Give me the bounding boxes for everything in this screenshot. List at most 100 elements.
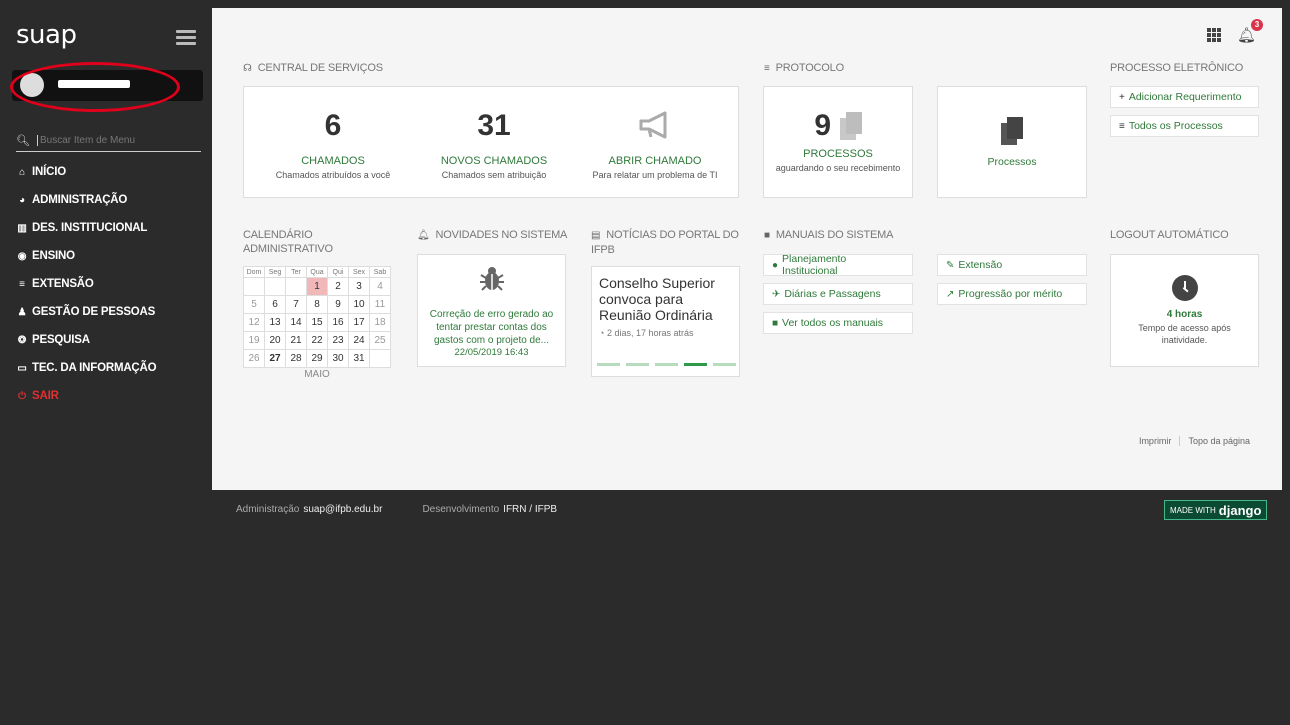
list-icon: ≡ xyxy=(1119,120,1125,132)
chamados-subtitle: Chamados atribuídos a você xyxy=(275,170,391,180)
sidebar-item-gestao-de-pessoas[interactable]: ♟ GESTÃO DE PESSOAS xyxy=(16,298,211,326)
footer-admin: Administração suap@ifpb.edu.br xyxy=(236,504,383,515)
novos-chamados-title: NOVOS CHAMADOS xyxy=(440,155,548,167)
sidebar-item-label: DES. INSTITUCIONAL xyxy=(32,222,148,234)
clock-icon xyxy=(1171,275,1198,301)
processos-link-label: Processos xyxy=(987,156,1037,168)
atom-icon: ❂ xyxy=(17,334,27,346)
sidebar-item-extensao[interactable]: ≡ EXTENSÃO xyxy=(16,270,211,298)
sidebar-item-label: GESTÃO DE PESSOAS xyxy=(32,306,156,318)
news-time: ◔ 2 dias, 17 horas atrás xyxy=(599,328,694,338)
django-badge[interactable]: MADE WITH django xyxy=(1164,500,1268,520)
plane-icon: ✈ xyxy=(772,288,781,300)
list-icon: ≡ xyxy=(19,278,25,290)
todos-processos-button[interactable]: ≡ Todos os Processos xyxy=(1110,115,1259,137)
pie-chart-icon: ◕ xyxy=(19,194,25,206)
hamburger-menu-icon[interactable] xyxy=(176,30,196,45)
calendar-month: MAIO xyxy=(304,369,330,380)
menu-search: 🔍︎ xyxy=(16,130,201,152)
newspaper-icon: ▤ xyxy=(591,230,601,241)
central-servicos-card: 6 CHAMADOS Chamados atribuídos a você 31… xyxy=(243,86,739,198)
print-link[interactable]: Imprimir xyxy=(1131,436,1180,446)
back-to-top-link[interactable]: Topo da página xyxy=(1179,436,1258,446)
sidebar-item-label: PESQUISA xyxy=(32,334,90,346)
calendar-weekdays: Dom Seg Ter Qua Qui Sex Sab xyxy=(243,266,391,278)
processos-card[interactable]: 9 PROCESSOS aguardando o seu recebimento xyxy=(763,86,913,198)
novidades-card[interactable]: Correção de erro gerado ao tentar presta… xyxy=(417,254,566,367)
manual-progressao-link[interactable]: ↗ Progressão por mérito xyxy=(937,283,1087,305)
sidebar-item-tec-da-informacao[interactable]: ▭ TEC. DA INFORMAÇÃO xyxy=(16,354,211,382)
calendar-week: 19 20 21 22 23 24 25 xyxy=(243,331,391,350)
document-icon xyxy=(839,112,862,140)
novos-chamados-stat[interactable]: 31 NOVOS CHAMADOS Chamados sem atribuiçã… xyxy=(419,109,569,180)
logout-hours: 4 horas xyxy=(1166,309,1203,320)
main-content: 🔔︎ 3 ☊ CENTRAL DE SERVIÇOS 6 CHAMADOS Cha… xyxy=(212,8,1282,490)
sidebar-item-label: ADMINISTRAÇÃO xyxy=(32,194,128,206)
power-icon: ⏻ xyxy=(18,390,26,402)
logout-card: 4 horas Tempo de acesso após inatividade… xyxy=(1110,254,1259,367)
manual-diarias-link[interactable]: ✈ Diárias e Passagens xyxy=(763,283,913,305)
suap-logo[interactable]: suap xyxy=(16,20,77,50)
logout-description: Tempo de acesso após inatividade. xyxy=(1138,323,1231,345)
sidebar-item-ensino[interactable]: ◉ ENSINO xyxy=(16,242,211,270)
manual-extensao-link[interactable]: ✎ Extensão xyxy=(937,254,1087,276)
sidebar-item-des-institucional[interactable]: ▥ DES. INSTITUCIONAL xyxy=(16,214,211,242)
sidebar-item-administracao[interactable]: ◕ ADMINISTRAÇÃO xyxy=(16,186,211,214)
abrir-chamado-button[interactable]: ABRIR CHAMADO Para relatar um problema d… xyxy=(580,109,730,180)
avatar xyxy=(20,73,44,97)
notification-badge: 3 xyxy=(1251,19,1263,31)
calendar-week: 1234 xyxy=(243,277,391,296)
abrir-chamado-subtitle: Para relatar um problema de TI xyxy=(592,170,718,180)
add-requerimento-button[interactable]: + Adicionar Requerimento xyxy=(1110,86,1259,108)
calendar-week: 5 6 7 8 9 10 11 xyxy=(243,295,391,314)
sidebar-item-inicio[interactable]: ⌂ INÍCIO xyxy=(16,158,211,186)
sidebar: suap ▬▬▬▬ 🔍︎ ⌂ INÍCIO ◕ ADMINISTRAÇÃO ▥ DES… xyxy=(8,8,211,718)
bell-icon: 🔔︎ xyxy=(417,230,430,241)
abrir-chamado-title: ABRIR CHAMADO xyxy=(608,155,702,167)
megaphone-icon xyxy=(635,109,675,143)
calendar-table: Dom Seg Ter Qua Qui Sex Sab 1234 5 6 7 8 9 10 11 12 1… xyxy=(243,266,391,368)
home-icon: ⌂ xyxy=(19,166,25,178)
calendar-day-highlighted[interactable]: 1 xyxy=(306,277,328,296)
sidebar-nav: ⌂ INÍCIO ◕ ADMINISTRAÇÃO ▥ DES. INSTITUCION… xyxy=(16,158,211,410)
sidebar-item-sair[interactable]: ⏻ SAIR xyxy=(16,382,211,410)
calendar-week: 26 27 28 29 30 31 xyxy=(243,349,391,368)
apps-grid-icon[interactable] xyxy=(1206,28,1221,42)
section-title-logout: LOGOUT AUTOMÁTICO xyxy=(1110,229,1229,241)
processos-link-card[interactable]: Processos xyxy=(937,86,1087,198)
processos-title: PROCESSOS xyxy=(803,148,873,160)
search-input[interactable] xyxy=(36,135,197,146)
novidade-date: 22/05/2019 16:43 xyxy=(454,347,529,358)
page-footer-links: Imprimir Topo da página xyxy=(1131,436,1258,446)
notifications-button[interactable]: 🔔︎ 3 xyxy=(1237,19,1263,44)
dev-link[interactable]: IFRN / IFPB xyxy=(503,504,557,515)
monitor-icon: ▭ xyxy=(17,362,27,374)
stack-icon: ≡ xyxy=(764,63,770,74)
section-title-calendario: CALENDÁRIO ADMINISTRATIVO xyxy=(243,229,333,255)
manual-ver-todos-link[interactable]: ■ Ver todos os manuais xyxy=(763,312,913,334)
documents-icon xyxy=(1001,117,1023,145)
novidade-text: Correção de erro gerado ao tentar presta… xyxy=(429,309,554,346)
clock-icon: ◔ xyxy=(599,328,605,338)
section-title-central-servicos: ☊ CENTRAL DE SERVIÇOS xyxy=(243,62,383,74)
edit-icon: ✎ xyxy=(946,259,955,271)
sidebar-item-pesquisa[interactable]: ❂ PESQUISA xyxy=(16,326,211,354)
novos-chamados-count: 31 xyxy=(477,109,511,142)
sidebar-item-label: SAIR xyxy=(32,390,59,402)
news-headline[interactable]: Conselho Superior convoca para Reunião O… xyxy=(592,267,739,323)
noticias-card[interactable]: Conselho Superior convoca para Reunião O… xyxy=(591,266,740,377)
user-icon: ♟ xyxy=(17,306,27,318)
chamados-stat[interactable]: 6 CHAMADOS Chamados atribuídos a você xyxy=(258,109,408,180)
section-title-novidades: 🔔︎ NOVIDADES NO SISTEMA xyxy=(417,229,568,241)
line-chart-icon: ↗ xyxy=(946,288,955,300)
manual-planejamento-link[interactable]: ● Planejamento Institucional xyxy=(763,253,913,277)
section-title-protocolo: ≡ PROTOCOLO xyxy=(764,62,844,74)
plus-icon: + xyxy=(1119,91,1125,103)
top-icons: 🔔︎ 3 xyxy=(1206,19,1263,44)
headset-icon: ☊ xyxy=(243,63,252,74)
admin-email-link[interactable]: suap@ifpb.edu.br xyxy=(303,504,382,515)
user-profile[interactable]: ▬▬▬▬ xyxy=(12,70,203,101)
footer-dev: Desenvolvimento IFRN / IFPB xyxy=(422,504,558,515)
book-icon: ■ xyxy=(772,317,779,329)
site-footer: Administração suap@ifpb.edu.br Desenvolvi… xyxy=(236,504,557,515)
